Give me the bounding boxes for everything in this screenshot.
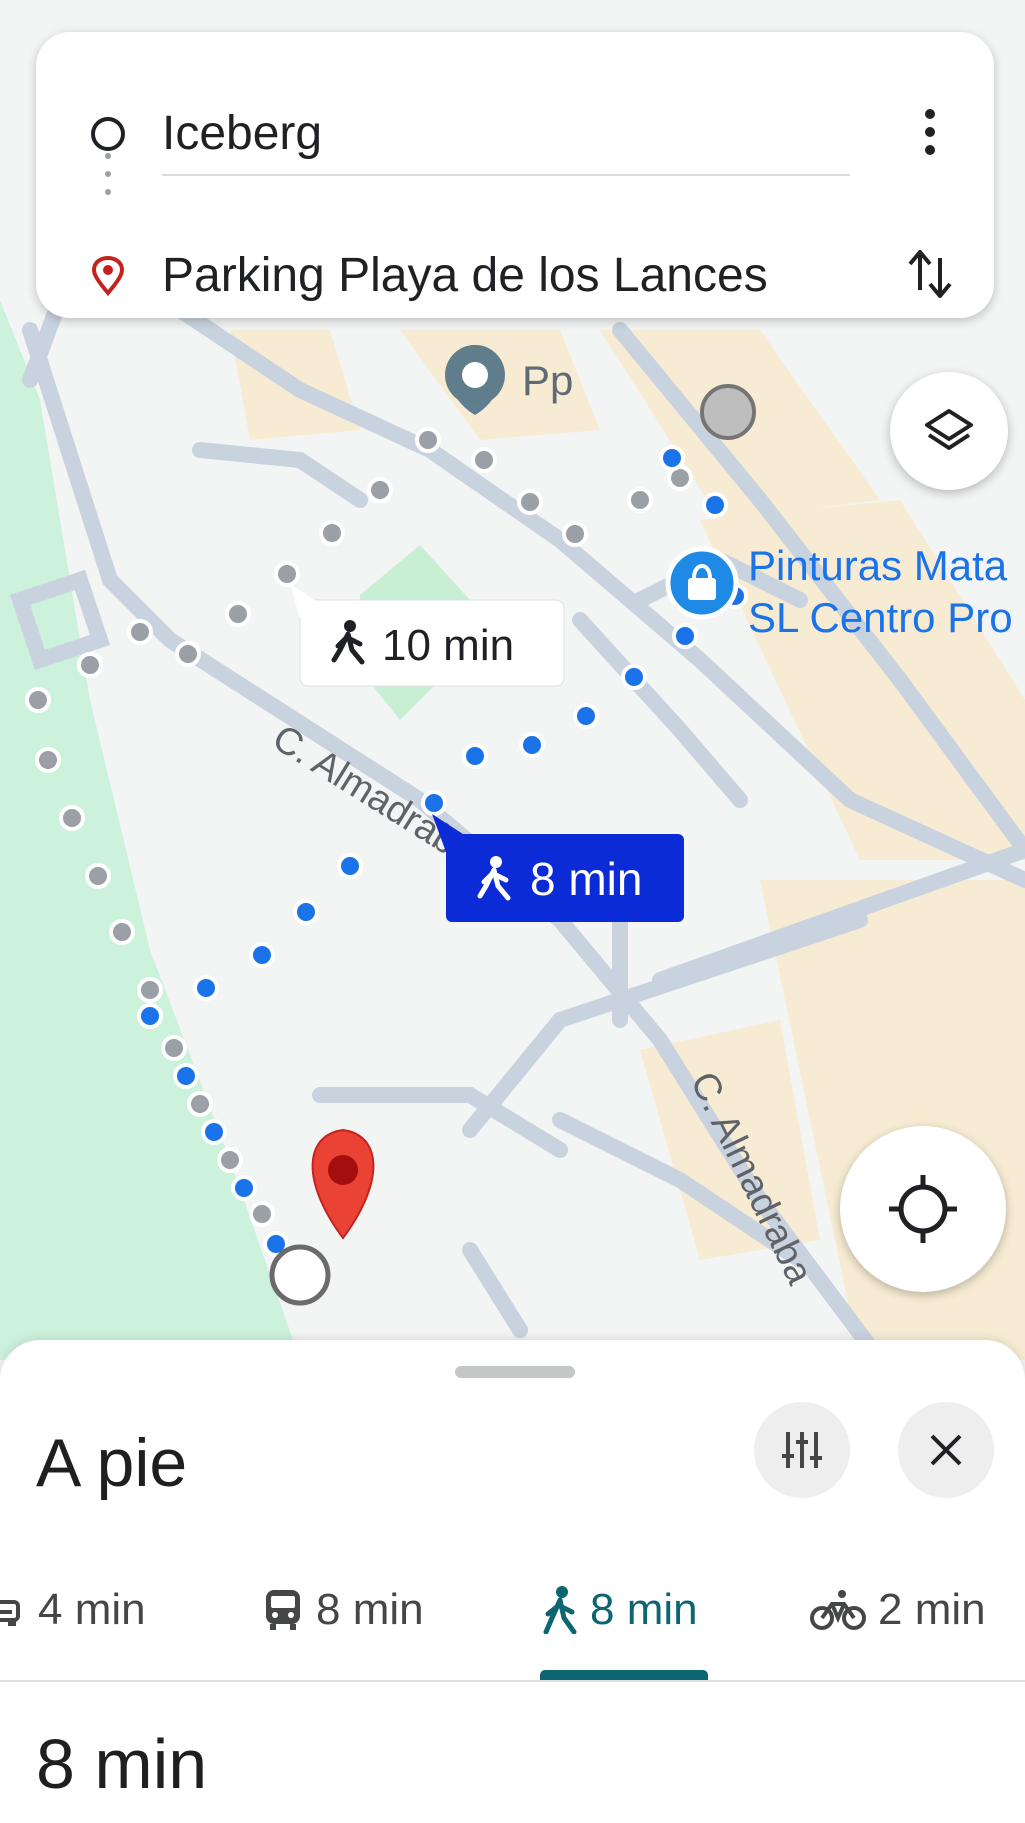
swap-vert-icon (908, 250, 952, 298)
destination-circle[interactable] (269, 1244, 331, 1306)
origin-input[interactable]: Iceberg (162, 106, 322, 161)
route-duration: 8 min (36, 1725, 208, 1803)
close-button[interactable] (898, 1402, 994, 1498)
more-vert-icon (925, 109, 935, 155)
tab-transit[interactable]: 8 min (262, 1560, 424, 1660)
drag-handle[interactable] (455, 1366, 575, 1378)
walk-icon (543, 1586, 577, 1634)
origin-circle-icon (91, 117, 125, 151)
directions-sheet: A pie 4 min 8 min 8 min 2 min 8 min (0, 1340, 1025, 1823)
options-button[interactable] (754, 1402, 850, 1498)
shopping-bag-icon[interactable] (665, 546, 739, 620)
origin-marker[interactable] (700, 384, 756, 440)
destination-row[interactable]: Parking Playa de los Lances (36, 238, 994, 318)
poi-name-line1[interactable]: Pinturas Mata (748, 542, 1008, 589)
connector-dots (105, 153, 111, 195)
crosshair-icon (889, 1175, 957, 1243)
swap-button[interactable] (902, 246, 958, 302)
my-location-button[interactable] (840, 1126, 1006, 1292)
destination-input[interactable]: Parking Playa de los Lances (162, 248, 768, 303)
svg-text:10 min: 10 min (382, 621, 514, 670)
close-icon (930, 1434, 962, 1466)
bike-icon (810, 1590, 866, 1630)
tab-driving[interactable]: 4 min (0, 1560, 146, 1660)
place-label-pp: Pp (522, 357, 573, 404)
more-options-button[interactable] (902, 104, 958, 160)
origin-row[interactable]: Iceberg (36, 96, 994, 176)
tab-walking[interactable]: 8 min (542, 1560, 698, 1660)
layers-button[interactable] (890, 372, 1008, 490)
selected-tab-indicator (540, 1670, 708, 1680)
tune-icon (782, 1432, 822, 1468)
travel-mode-tabs: 4 min 8 min 8 min 2 min (0, 1560, 1025, 1680)
route-search-card: Iceberg Parking Playa de los Lances (36, 32, 994, 318)
divider (162, 174, 850, 176)
svg-text:8 min: 8 min (530, 853, 642, 905)
tab-cycling[interactable]: 2 min (810, 1560, 986, 1660)
location-pin-icon (91, 256, 125, 296)
transit-icon (266, 1590, 300, 1630)
layers-icon (925, 409, 973, 450)
divider (0, 1680, 1025, 1682)
car-icon (0, 1600, 20, 1626)
poi-name-line2[interactable]: SL Centro Pro (748, 594, 1013, 641)
sheet-title: A pie (36, 1425, 188, 1501)
